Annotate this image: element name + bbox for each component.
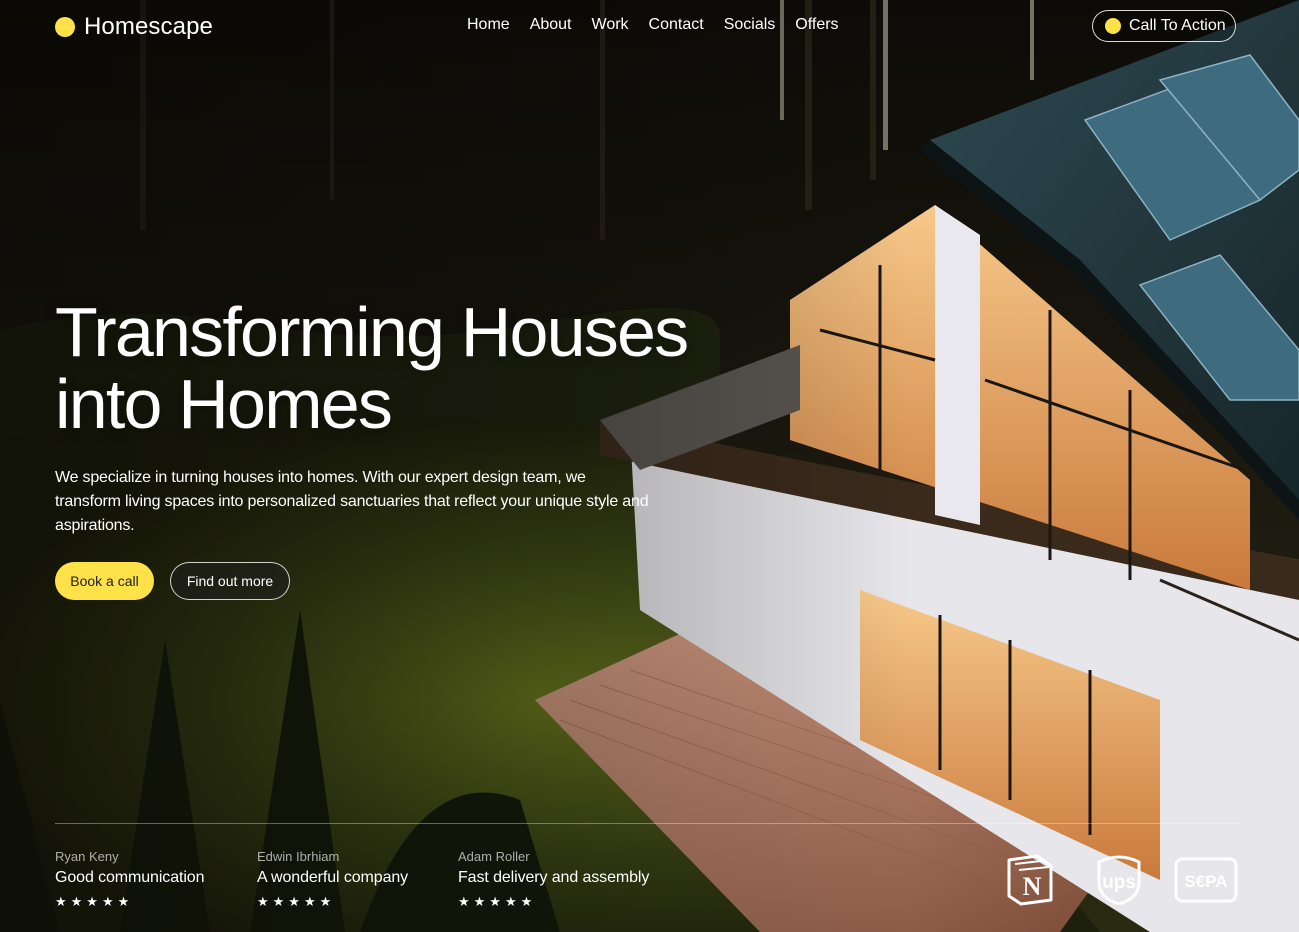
call-to-action-button[interactable]: Call To Action xyxy=(1092,10,1236,42)
review-text: Good communication xyxy=(55,869,205,886)
svg-text:N: N xyxy=(1023,872,1042,901)
review-text: A wonderful company xyxy=(257,869,409,886)
hero-title-line-2: into Homes xyxy=(55,365,393,443)
nav-work[interactable]: Work xyxy=(592,16,629,34)
brand-dot-icon xyxy=(55,17,75,37)
cta-label: Call To Action xyxy=(1129,17,1226,34)
svg-text:ups: ups xyxy=(1102,872,1136,893)
review-text: Fast delivery and assembly xyxy=(458,869,650,886)
ups-logo-icon: ups xyxy=(1097,855,1141,906)
review-card: Ryan Keny Good communication ★★★★★ xyxy=(55,849,204,910)
notion-logo-icon: N xyxy=(1007,854,1053,906)
brand-name: Homescape xyxy=(84,13,213,40)
find-out-more-button[interactable]: Find out more xyxy=(170,562,290,600)
main-nav: Home About Work Contact Socials Offers xyxy=(467,16,839,34)
hero-description: We specialize in turning houses into hom… xyxy=(55,469,649,534)
hero-title: Transforming Houses into Homes xyxy=(55,293,689,443)
brand-logo[interactable]: Homescape xyxy=(55,13,213,41)
reviewer-name: Edwin Ibrhiam xyxy=(257,849,340,864)
reviewer-name: Ryan Keny xyxy=(55,849,119,864)
star-rating: ★★★★★ xyxy=(257,894,336,909)
reviewer-name: Adam Roller xyxy=(458,849,530,864)
star-rating: ★★★★★ xyxy=(458,894,537,909)
cta-dot-icon xyxy=(1105,18,1121,34)
review-card: Adam Roller Fast delivery and assembly ★… xyxy=(458,849,649,910)
nav-home[interactable]: Home xyxy=(467,16,510,34)
review-card: Edwin Ibrhiam A wonderful company ★★★★★ xyxy=(257,849,408,910)
nav-contact[interactable]: Contact xyxy=(649,16,704,34)
hero-title-line-1: Transforming Houses xyxy=(55,293,689,371)
nav-offers[interactable]: Offers xyxy=(795,16,838,34)
nav-socials[interactable]: Socials xyxy=(724,16,776,34)
svg-text:S€PA: S€PA xyxy=(1184,872,1227,891)
book-a-call-button[interactable]: Book a call xyxy=(55,562,154,600)
sepa-logo-icon: S€PA xyxy=(1174,857,1238,903)
nav-about[interactable]: About xyxy=(530,16,572,34)
footer-divider xyxy=(55,823,1238,824)
star-rating: ★★★★★ xyxy=(55,894,134,909)
